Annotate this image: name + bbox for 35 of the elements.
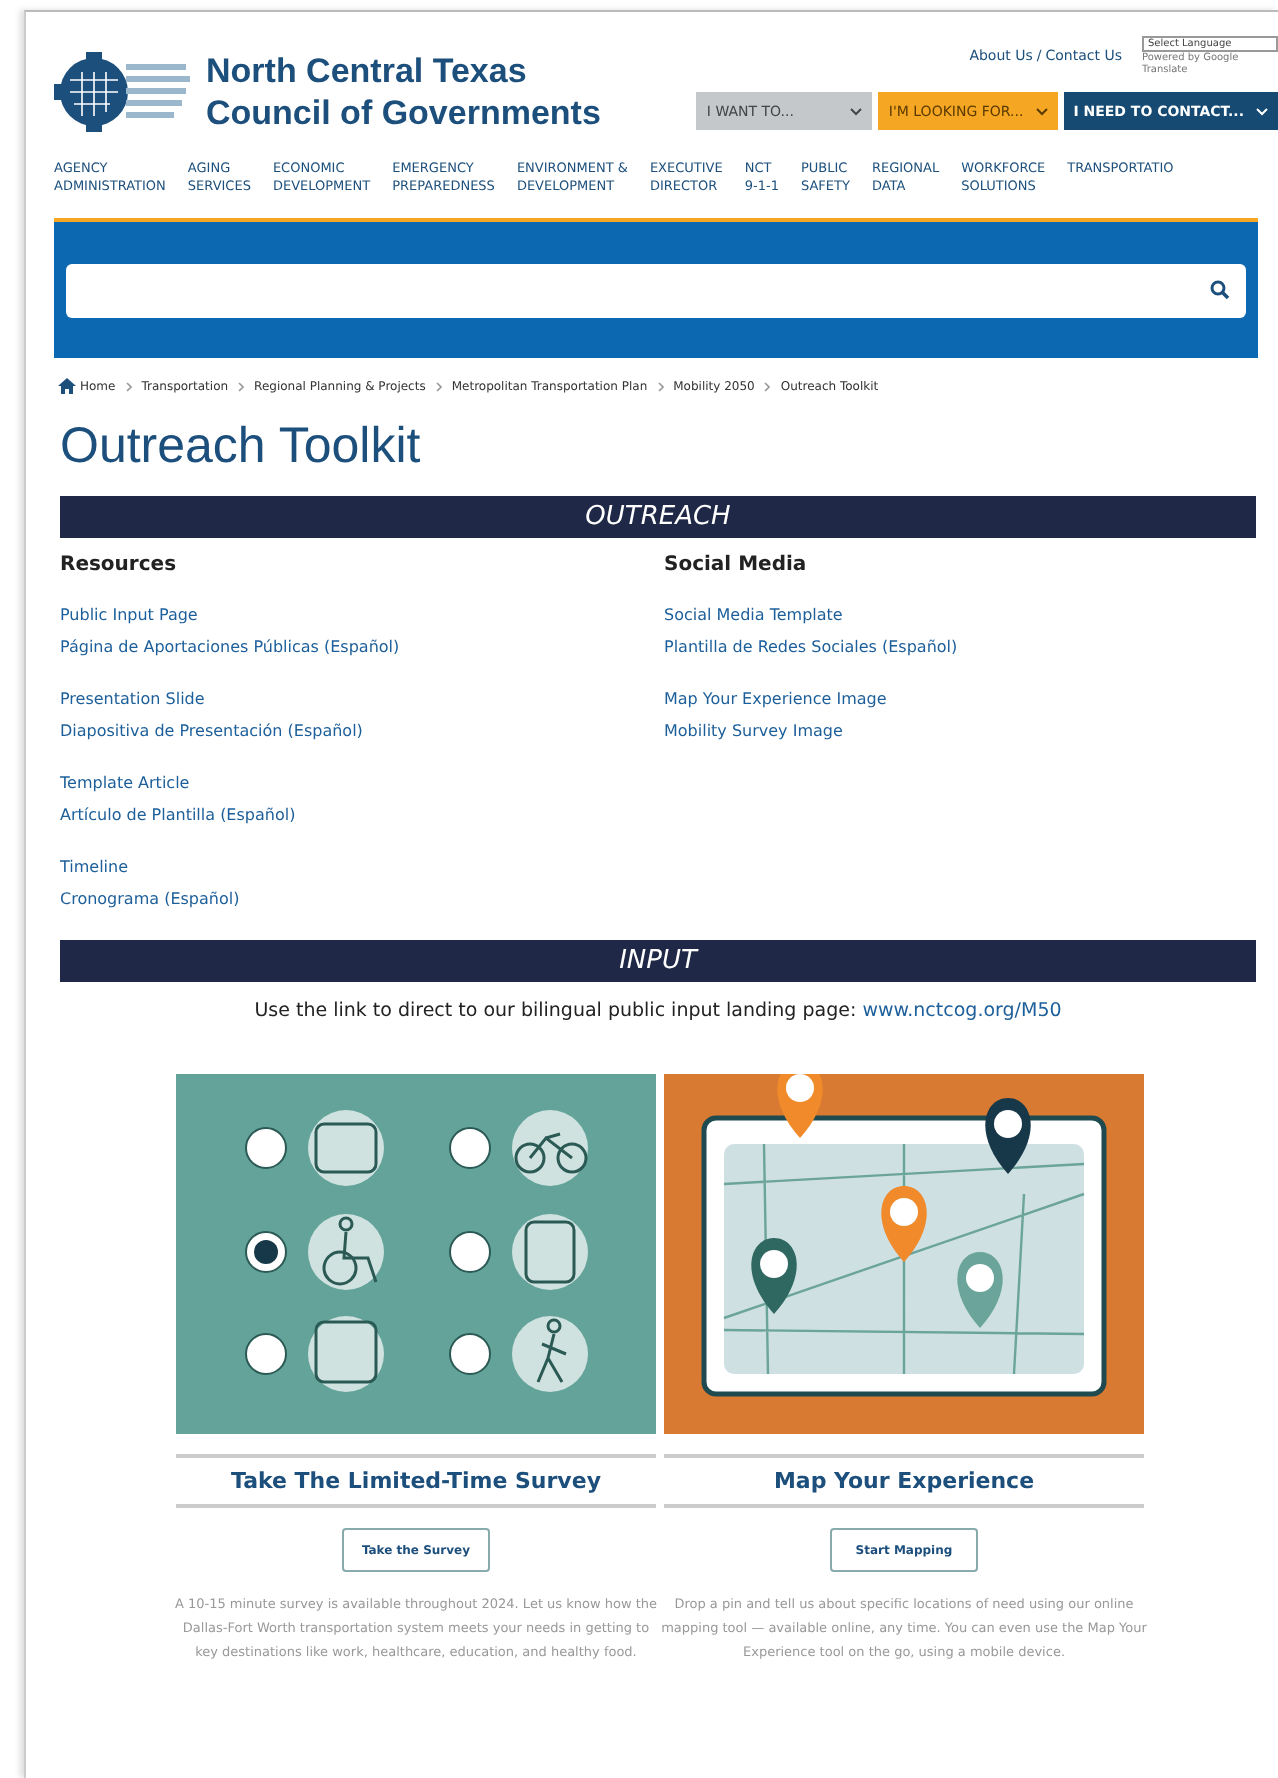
column-heading: Social Media: [664, 554, 809, 576]
resource-link[interactable]: Timeline: [60, 856, 664, 878]
gear-map-logo-icon: [54, 52, 194, 132]
chevron-right-icon: [657, 381, 664, 391]
column-heading: Resources: [60, 554, 179, 576]
resource-link[interactable]: Plantilla de Redes Sociales (Español): [664, 636, 1264, 658]
search-field[interactable]: [66, 263, 1246, 317]
card-title: Take The Limited-Time Survey: [176, 1454, 656, 1508]
intro-sentence: Use the link to direct to our bilingual public input landing page: www.nctcog.org/M50: [252, 1000, 1064, 1022]
resource-link[interactable]: Public Input Page: [60, 604, 664, 626]
search-icon[interactable]: [1210, 280, 1230, 300]
resource-link[interactable]: Map Your Experience Image: [664, 688, 1264, 710]
chevron-right-icon: [764, 381, 771, 391]
resource-link[interactable]: Template Article: [60, 772, 664, 794]
chevron-down-icon: [1035, 107, 1048, 115]
page-title: Outreach Toolkit: [60, 418, 423, 476]
section-heading: INPUT: [60, 940, 1256, 982]
chevron-right-icon: [238, 381, 245, 391]
resource-link[interactable]: Social Media Template: [664, 604, 1264, 626]
section-heading: OUTREACH: [60, 496, 1256, 538]
home-icon[interactable]: [58, 378, 76, 394]
chevron-right-icon: [435, 381, 442, 391]
card-title: Map Your Experience: [664, 1454, 1144, 1508]
resource-link[interactable]: Artículo de Plantilla (Español): [60, 804, 664, 826]
chevron-down-icon: [1256, 107, 1268, 115]
organization-name: North Central Texas: [206, 50, 529, 92]
landing-page-link[interactable]: www.nctcog.org/M50: [862, 1000, 1062, 1022]
chevron-right-icon: [125, 381, 132, 391]
resource-link[interactable]: Presentation Slide: [60, 688, 664, 710]
resource-link[interactable]: Cronograma (Español): [60, 888, 664, 910]
resource-link[interactable]: Página de Aportaciones Públicas (Español): [60, 636, 664, 658]
organization-name: Council of Governments: [206, 92, 601, 134]
chevron-down-icon: [850, 107, 863, 115]
resource-link[interactable]: Mobility Survey Image: [664, 720, 1264, 742]
resource-link[interactable]: Diapositiva de Presentación (Español): [60, 720, 664, 742]
